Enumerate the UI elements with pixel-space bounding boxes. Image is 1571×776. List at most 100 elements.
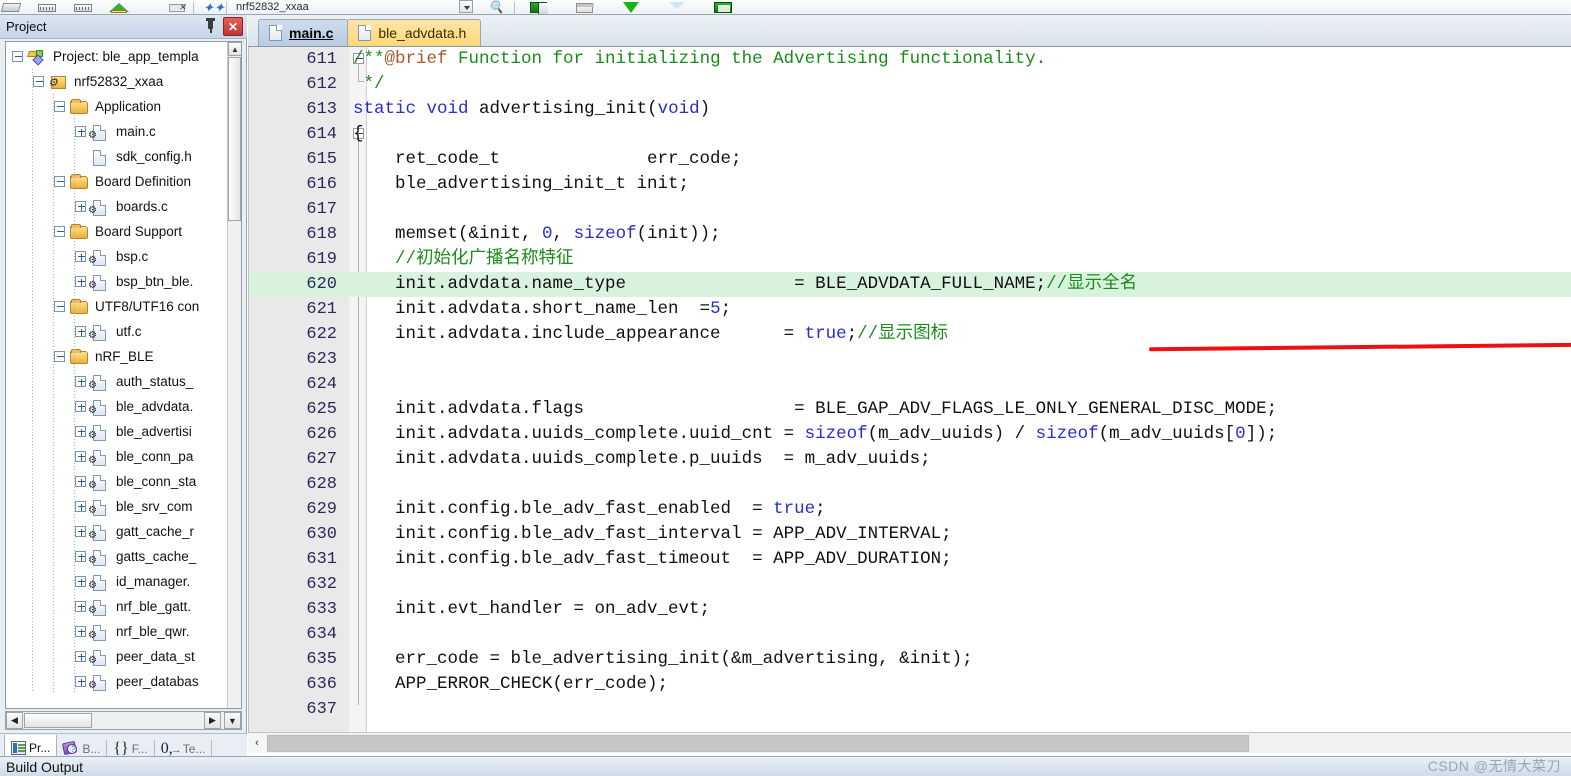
code-line[interactable]: 625 init.advdata.flags = BLE_GAP_ADV_FLA…: [249, 397, 1571, 422]
expand-icon[interactable]: [75, 401, 86, 412]
filter-icon[interactable]: [666, 0, 688, 14]
tree-item[interactable]: ⚙ ble_conn_pa: [6, 444, 228, 469]
tree-item[interactable]: ⚙ peer_data_st: [6, 644, 228, 669]
expand-icon[interactable]: [75, 501, 86, 512]
scroll-right-arrow-icon[interactable]: ▶: [204, 712, 221, 729]
tree-item[interactable]: ⚙ gatt_cache_r: [6, 519, 228, 544]
configure-window-icon[interactable]: [712, 0, 734, 14]
project-tree[interactable]: Project: ble_app_templa ⚙ nrf52832_xxaa App…: [5, 41, 242, 709]
code-line[interactable]: 612 */: [249, 72, 1571, 97]
expand-icon[interactable]: [75, 651, 86, 662]
tree-item[interactable]: ⚙ nrf52832_xxaa: [6, 69, 228, 94]
tree-item[interactable]: Application: [6, 94, 228, 119]
expand-icon[interactable]: [75, 326, 86, 337]
find-in-files-icon[interactable]: 🔍🔍: [487, 0, 509, 14]
code-line[interactable]: 614 {: [249, 122, 1571, 147]
editor-tab-ble-advdata-h[interactable]: ble_advdata.h: [347, 19, 482, 46]
editor-tab-main-c[interactable]: main.c: [258, 19, 349, 46]
expand-icon[interactable]: [75, 551, 86, 562]
build-target-icon[interactable]: [0, 0, 22, 14]
tree-item[interactable]: Board Definition: [6, 169, 228, 194]
tree-item[interactable]: sdk_config.h: [6, 144, 228, 169]
tree-item[interactable]: ⚙ ble_srv_com: [6, 494, 228, 519]
dropdown-arrow-icon[interactable]: [458, 0, 481, 14]
code-line[interactable]: 619 //初始化广播名称特征: [249, 247, 1571, 272]
pin-icon[interactable]: [201, 17, 221, 37]
code-line[interactable]: 623: [249, 347, 1571, 372]
scroll-down-arrow-icon[interactable]: ▼: [224, 712, 241, 729]
collapse-icon[interactable]: [54, 301, 65, 312]
collapse-icon[interactable]: [54, 101, 65, 112]
tree-item[interactable]: ⚙ nrf_ble_qwr.: [6, 619, 228, 644]
code-line[interactable]: 628: [249, 472, 1571, 497]
code-line[interactable]: 615 ret_code_t err_code;: [249, 147, 1571, 172]
registers-window-icon[interactable]: [72, 0, 94, 14]
tree-item[interactable]: ⚙ main.c: [6, 119, 228, 144]
tree-item[interactable]: UTF8/UTF16 con: [6, 294, 228, 319]
collapse-icon[interactable]: [54, 351, 65, 362]
code-line[interactable]: 629 init.config.ble_adv_fast_enabled = t…: [249, 497, 1571, 522]
code-content[interactable]: 611 /**@brief Function for initializing t…: [249, 47, 1571, 732]
editor-hscrollbar[interactable]: ‹: [248, 732, 1571, 753]
hscroll-thumb[interactable]: [24, 713, 92, 728]
download-icon[interactable]: [620, 0, 642, 14]
collapse-icon[interactable]: [54, 176, 65, 187]
code-line[interactable]: 626 init.advdata.uuids_complete.uuid_cnt…: [249, 422, 1571, 447]
expand-icon[interactable]: [75, 526, 86, 537]
code-line[interactable]: 631 init.config.ble_adv_fast_timeout = A…: [249, 547, 1571, 572]
code-line[interactable]: 611 /**@brief Function for initializing t…: [249, 47, 1571, 72]
tree-item[interactable]: ⚙ gatts_cache_: [6, 544, 228, 569]
tree-item[interactable]: ⚙ auth_status_: [6, 369, 228, 394]
project-tree-vscrollbar[interactable]: ▲: [227, 42, 241, 708]
code-line[interactable]: 637: [249, 697, 1571, 722]
close-icon[interactable]: ✕: [223, 17, 243, 36]
expand-icon[interactable]: [75, 626, 86, 637]
code-line[interactable]: 617: [249, 197, 1571, 222]
code-line[interactable]: 620 init.advdata.name_type = BLE_ADVDATA…: [249, 272, 1571, 297]
code-line[interactable]: 630 init.config.ble_adv_fast_interval = …: [249, 522, 1571, 547]
tree-item[interactable]: Project: ble_app_templa: [6, 44, 228, 69]
code-line[interactable]: 632: [249, 572, 1571, 597]
expand-icon[interactable]: [75, 476, 86, 487]
tree-item[interactable]: ⚙ boards.c: [6, 194, 228, 219]
collapse-icon[interactable]: [33, 76, 44, 87]
code-line[interactable]: 627 init.advdata.uuids_complete.p_uuids …: [249, 447, 1571, 472]
tree-item[interactable]: ⚙ ble_advdata.: [6, 394, 228, 419]
code-line[interactable]: 635 err_code = ble_advertising_init(&m_a…: [249, 647, 1571, 672]
expand-icon[interactable]: [75, 676, 86, 687]
bookmark-icon[interactable]: ✦✦: [199, 0, 225, 14]
code-line[interactable]: 624: [249, 372, 1571, 397]
expand-icon[interactable]: [75, 376, 86, 387]
scroll-left-arrow-icon[interactable]: ◀: [6, 712, 23, 729]
tree-item[interactable]: Board Support: [6, 219, 228, 244]
scroll-up-arrow-icon[interactable]: ▲: [228, 42, 241, 56]
expand-icon[interactable]: [75, 576, 86, 587]
tree-item[interactable]: ⚙ bsp.c: [6, 244, 228, 269]
tree-item[interactable]: ⚙ ble_advertisi: [6, 419, 228, 444]
rebuild-icon[interactable]: [108, 0, 130, 14]
target-combo-value[interactable]: nrf52832_xxaa: [232, 0, 313, 14]
project-window-icon[interactable]: [528, 0, 550, 14]
collapse-icon[interactable]: [12, 51, 23, 62]
stop-build-icon[interactable]: [166, 0, 188, 14]
memory-window-icon[interactable]: [36, 0, 58, 14]
code-line[interactable]: 613 static void advertising_init(void): [249, 97, 1571, 122]
code-line[interactable]: 634: [249, 622, 1571, 647]
code-line[interactable]: 618 memset(&init, 0, sizeof(init));: [249, 222, 1571, 247]
expand-icon[interactable]: [75, 251, 86, 262]
project-tree-hscrollbar[interactable]: ◀ ▶ ▼: [5, 711, 242, 730]
tree-item[interactable]: ⚙ id_manager.: [6, 569, 228, 594]
code-line[interactable]: 616 ble_advertising_init_t init;: [249, 172, 1571, 197]
code-line[interactable]: 622 init.advdata.include_appearance = tr…: [249, 322, 1571, 347]
books-window-icon[interactable]: [574, 0, 596, 14]
expand-icon[interactable]: [75, 276, 86, 287]
expand-icon[interactable]: [75, 201, 86, 212]
expand-icon[interactable]: [75, 426, 86, 437]
vscroll-thumb[interactable]: [228, 57, 241, 221]
code-line[interactable]: 636 APP_ERROR_CHECK(err_code);: [249, 672, 1571, 697]
collapse-icon[interactable]: [54, 226, 65, 237]
code-editor[interactable]: 611 /**@brief Function for initializing t…: [248, 47, 1571, 732]
tree-item[interactable]: ⚙ bsp_btn_ble.: [6, 269, 228, 294]
expand-icon[interactable]: [75, 601, 86, 612]
tree-item[interactable]: nRF_BLE: [6, 344, 228, 369]
